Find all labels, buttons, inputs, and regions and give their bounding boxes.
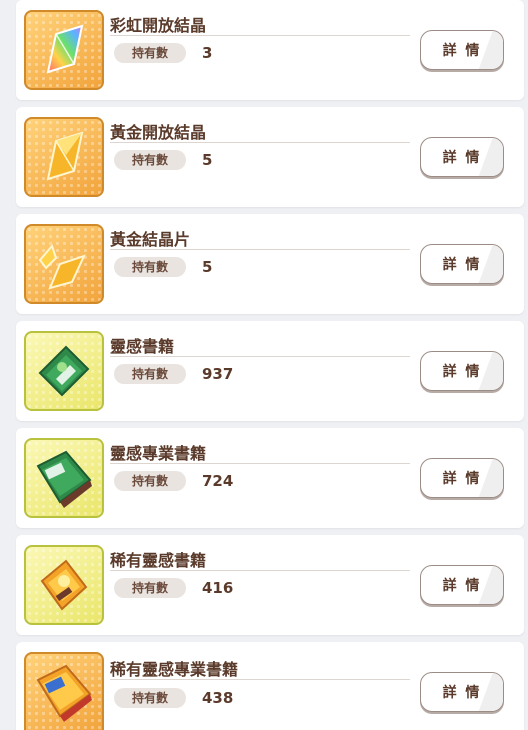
- list-item: 黃金開放結晶 持有數 5 詳 情: [16, 107, 524, 207]
- list-item: 稀有靈感專業書籍 持有數 438 詳 情: [16, 642, 524, 730]
- divider: [110, 679, 410, 680]
- details-button[interactable]: 詳 情: [420, 458, 504, 498]
- details-button-label: 詳 情: [442, 150, 482, 166]
- item-thumbnail: [24, 10, 104, 90]
- rainbow-crystal-icon: [46, 24, 84, 74]
- item-thumbnail: [24, 438, 104, 518]
- item-thumbnail: [24, 652, 104, 730]
- item-thumbnail: [24, 331, 104, 411]
- list-item: 靈感書籍 持有數 937 詳 情: [16, 321, 524, 421]
- details-button[interactable]: 詳 情: [420, 351, 504, 391]
- divider: [110, 463, 410, 464]
- item-thumbnail: [24, 224, 104, 304]
- details-button[interactable]: 詳 情: [420, 565, 504, 605]
- divider: [110, 35, 410, 36]
- item-name: 黃金開放結晶: [110, 123, 207, 142]
- list-item: 黃金結晶片 持有數 5 詳 情: [16, 214, 524, 314]
- holding-label: 持有數: [114, 364, 186, 384]
- holding-count: 5: [202, 151, 213, 169]
- holding-count: 3: [202, 44, 213, 62]
- item-name: 彩虹開放結晶: [110, 16, 207, 35]
- divider: [110, 249, 410, 250]
- holding-count: 937: [202, 365, 234, 383]
- gold-pro-book-icon: [36, 664, 92, 722]
- list-item: 彩虹開放結晶 持有數 3 詳 情: [16, 0, 524, 100]
- holding-label: 持有數: [114, 471, 186, 491]
- green-book-icon: [38, 345, 90, 397]
- holding-label: 持有數: [114, 150, 186, 170]
- details-button[interactable]: 詳 情: [420, 137, 504, 177]
- holding-count: 438: [202, 689, 234, 707]
- holding-label: 持有數: [114, 688, 186, 708]
- details-button-label: 詳 情: [442, 471, 482, 487]
- holding-count: 724: [202, 472, 234, 490]
- green-pro-book-icon: [36, 450, 92, 508]
- details-button[interactable]: 詳 情: [420, 30, 504, 70]
- item-thumbnail: [24, 117, 104, 197]
- gold-book-icon: [40, 559, 88, 611]
- list-item: 稀有靈感書籍 持有數 416 詳 情: [16, 535, 524, 635]
- item-name: 靈感書籍: [110, 337, 175, 356]
- gold-crystal-icon: [46, 131, 84, 181]
- item-list: 彩虹開放結晶 持有數 3 詳 情 黃金開放結晶 持有數 5 詳 情 黃金結晶片 …: [0, 0, 528, 730]
- details-button-label: 詳 情: [442, 578, 482, 594]
- holding-label: 持有數: [114, 578, 186, 598]
- holding-count: 416: [202, 579, 234, 597]
- details-button[interactable]: 詳 情: [420, 244, 504, 284]
- details-button-label: 詳 情: [442, 43, 482, 59]
- holding-count: 5: [202, 258, 213, 276]
- item-name: 稀有靈感書籍: [110, 551, 207, 570]
- divider: [110, 142, 410, 143]
- gold-crystal-shard-icon: [38, 244, 86, 290]
- item-name: 黃金結晶片: [110, 230, 191, 249]
- list-item: 靈感專業書籍 持有數 724 詳 情: [16, 428, 524, 528]
- divider: [110, 356, 410, 357]
- holding-label: 持有數: [114, 43, 186, 63]
- item-thumbnail: [24, 545, 104, 625]
- details-button-label: 詳 情: [442, 364, 482, 380]
- holding-label: 持有數: [114, 257, 186, 277]
- details-button-label: 詳 情: [442, 685, 482, 701]
- item-name: 靈感專業書籍: [110, 444, 207, 463]
- divider: [110, 570, 410, 571]
- item-name: 稀有靈感專業書籍: [110, 660, 239, 679]
- details-button[interactable]: 詳 情: [420, 672, 504, 712]
- details-button-label: 詳 情: [442, 257, 482, 273]
